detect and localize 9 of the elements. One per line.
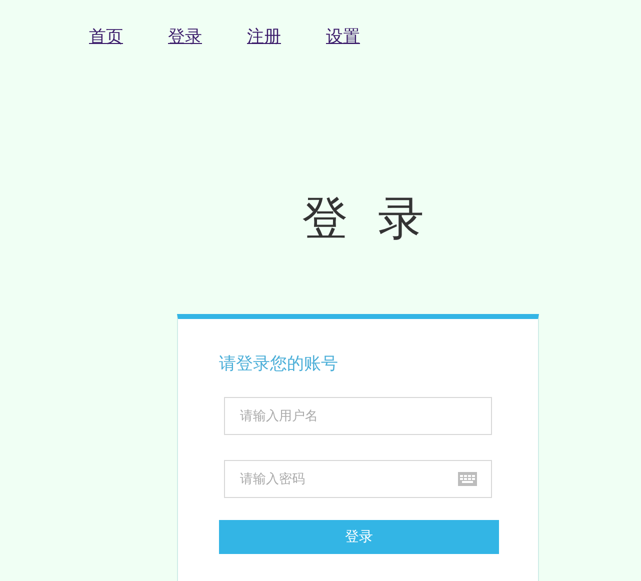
nav-link[interactable]: 注册 (247, 24, 281, 50)
nav-link[interactable]: 登录 (168, 24, 202, 50)
page-heading: 登录 (302, 194, 454, 240)
card-title: 请登录您的账号 (219, 354, 339, 372)
nav-link[interactable]: 设置 (326, 24, 360, 50)
keyboard-icon (458, 472, 477, 486)
username-field[interactable]: 请输入用户名 (224, 396, 492, 434)
password-field[interactable]: 请输入密码 (224, 460, 492, 498)
nav-link[interactable]: 首页 (89, 24, 123, 50)
